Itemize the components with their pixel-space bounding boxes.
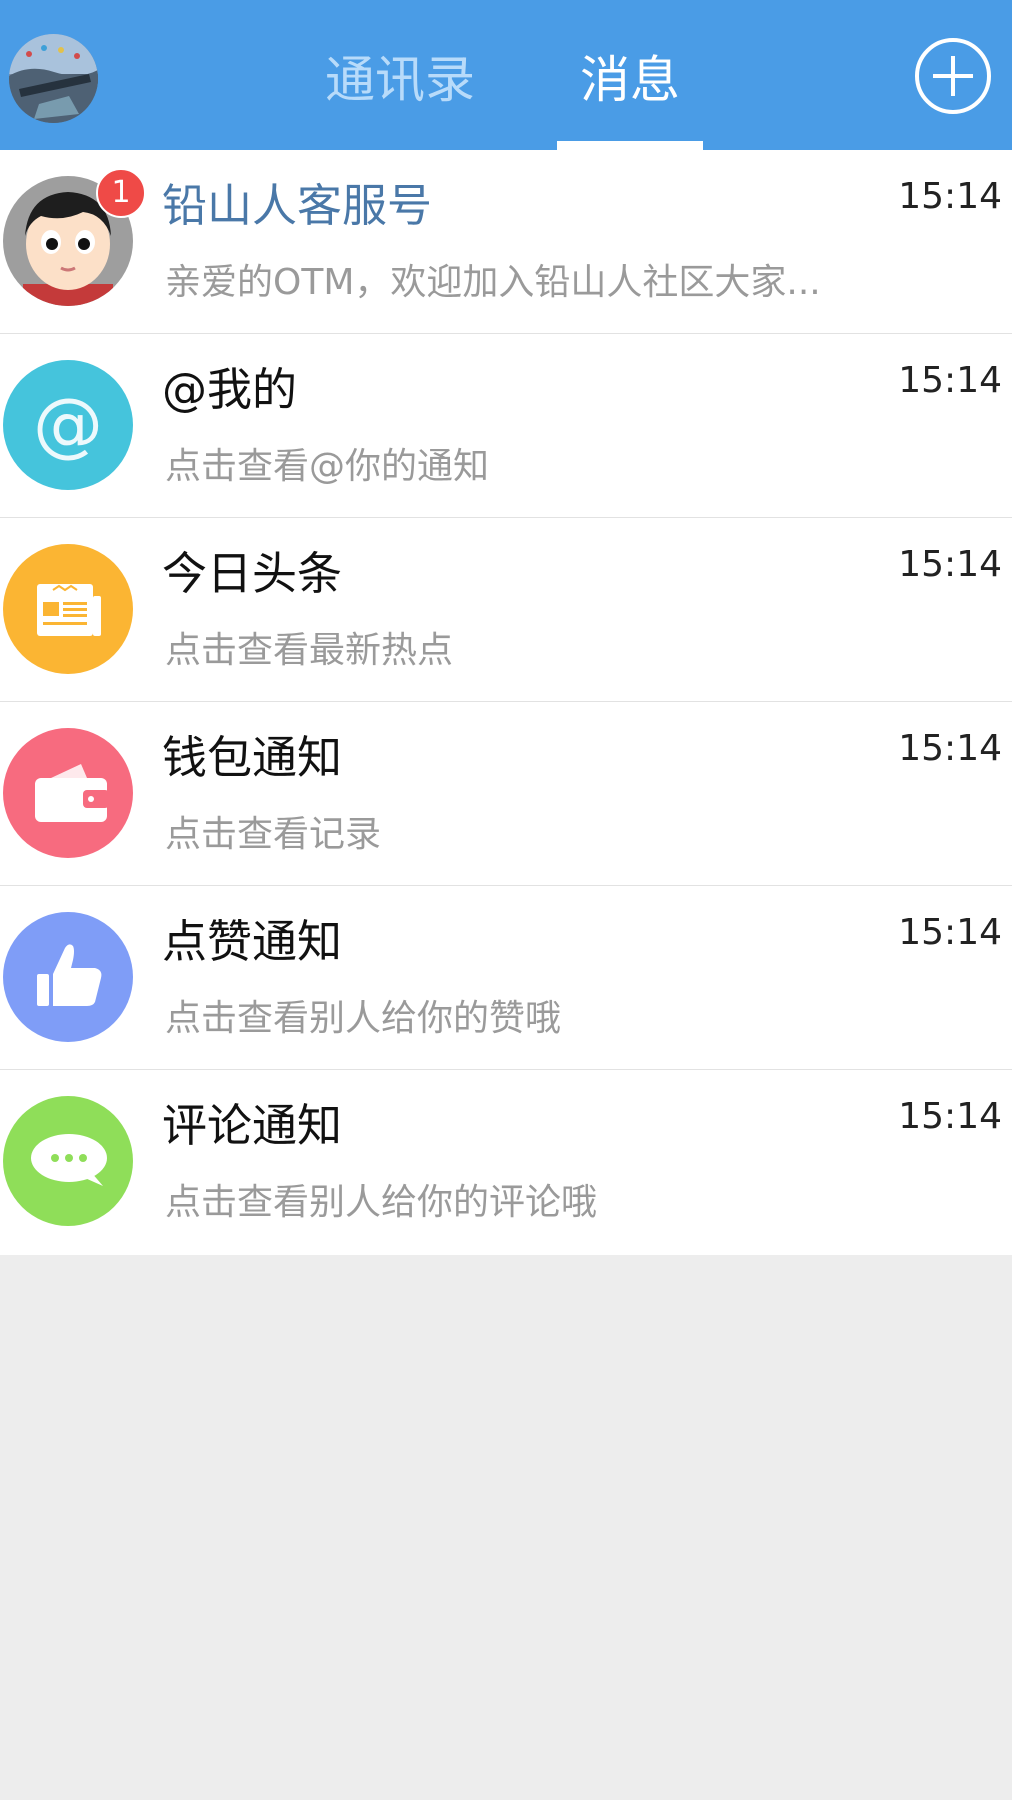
message-item-comments[interactable]: 评论通知 点击查看别人给你的评论哦 15:14 (0, 1070, 1012, 1255)
message-preview: 点击查看最新热点 (165, 630, 454, 671)
message-item-headlines[interactable]: 今日头条 点击查看最新热点 15:14 (0, 518, 1012, 702)
message-title: 点赞通知 (162, 915, 343, 968)
message-preview: 点击查看记录 (165, 814, 382, 855)
message-title: 今日头条 (162, 547, 343, 600)
message-title: 钱包通知 (162, 731, 343, 784)
message-preview: 点击查看别人给你的评论哦 (165, 1182, 598, 1223)
svg-text:@: @ (33, 383, 103, 465)
message-time: 15:14 (898, 176, 1002, 217)
add-button[interactable] (915, 38, 991, 114)
message-time: 15:14 (898, 912, 1002, 953)
newspaper-icon (3, 544, 133, 674)
tab-contacts[interactable]: 通讯录 (310, 40, 490, 120)
user-avatar-icon[interactable] (9, 34, 98, 123)
message-title: 评论通知 (162, 1099, 343, 1152)
message-preview: 亲爱的OTM，欢迎加入铅山人社区大家... (165, 262, 821, 303)
message-time: 15:14 (898, 1096, 1002, 1137)
message-item-likes[interactable]: 点赞通知 点击查看别人给你的赞哦 15:14 (0, 886, 1012, 1070)
message-item-wallet[interactable]: 钱包通知 点击查看记录 15:14 (0, 702, 1012, 886)
message-preview: 点击查看别人给你的赞哦 (165, 998, 562, 1039)
at-icon: @ (3, 360, 133, 490)
message-item-customer-service[interactable]: 1 铅山人客服号 亲爱的OTM，欢迎加入铅山人社区大家... 15:14 (0, 150, 1012, 334)
message-preview: 点击查看@你的通知 (165, 446, 490, 487)
message-title: @我的 (162, 363, 298, 416)
top-bar: 通讯录 消息 (0, 0, 1012, 150)
wallet-icon (3, 728, 133, 858)
message-time: 15:14 (898, 728, 1002, 769)
message-title: 铅山人客服号 (162, 179, 433, 232)
unread-badge: 1 (96, 168, 146, 218)
message-item-mentions[interactable]: @ @我的 点击查看@你的通知 15:14 (0, 334, 1012, 518)
active-tab-indicator (557, 141, 703, 150)
message-time: 15:14 (898, 544, 1002, 585)
message-list: 1 铅山人客服号 亲爱的OTM，欢迎加入铅山人社区大家... 15:14 @ @… (0, 150, 1012, 1255)
message-time: 15:14 (898, 360, 1002, 401)
tab-messages[interactable]: 消息 (557, 40, 703, 120)
comment-icon (3, 1096, 133, 1226)
thumbs-up-icon (3, 912, 133, 1042)
